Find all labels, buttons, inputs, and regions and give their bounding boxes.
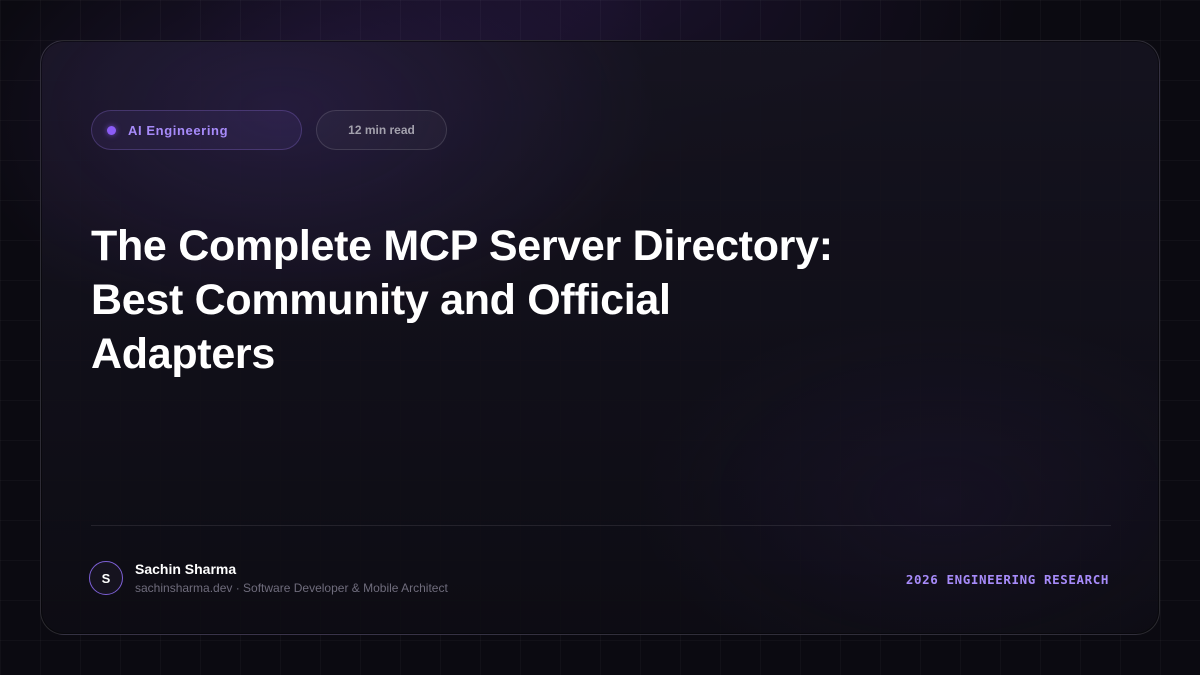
cover-image: AI Engineering 12 min read The Complete …: [0, 0, 1200, 675]
article-title: The Complete MCP Server Directory: Best …: [91, 219, 991, 381]
author-info: Sachin Sharma sachinsharma.dev · Softwar…: [135, 560, 448, 596]
author-block: S Sachin Sharma sachinsharma.dev · Softw…: [89, 560, 448, 596]
title-line-1: The Complete MCP Server Directory:: [91, 222, 833, 270]
read-time-label: 12 min read: [348, 123, 415, 137]
dot-icon: [107, 125, 116, 135]
author-subtitle: sachinsharma.dev · Software Developer & …: [135, 581, 448, 595]
avatar: S: [89, 561, 123, 595]
article-card: AI Engineering 12 min read The Complete …: [40, 40, 1160, 635]
author-name: Sachin Sharma: [135, 561, 237, 577]
topic-tag: AI Engineering: [91, 110, 302, 150]
read-time-tag: 12 min read: [316, 110, 447, 150]
footer-divider: [91, 525, 1111, 526]
series-label: 2026 ENGINEERING RESEARCH: [905, 572, 1109, 587]
title-line-2: Best Community and Official: [91, 276, 671, 324]
title-line-3: Adapters: [91, 330, 275, 378]
tag-row: AI Engineering 12 min read: [91, 110, 447, 150]
topic-tag-label: AI Engineering: [128, 122, 229, 138]
